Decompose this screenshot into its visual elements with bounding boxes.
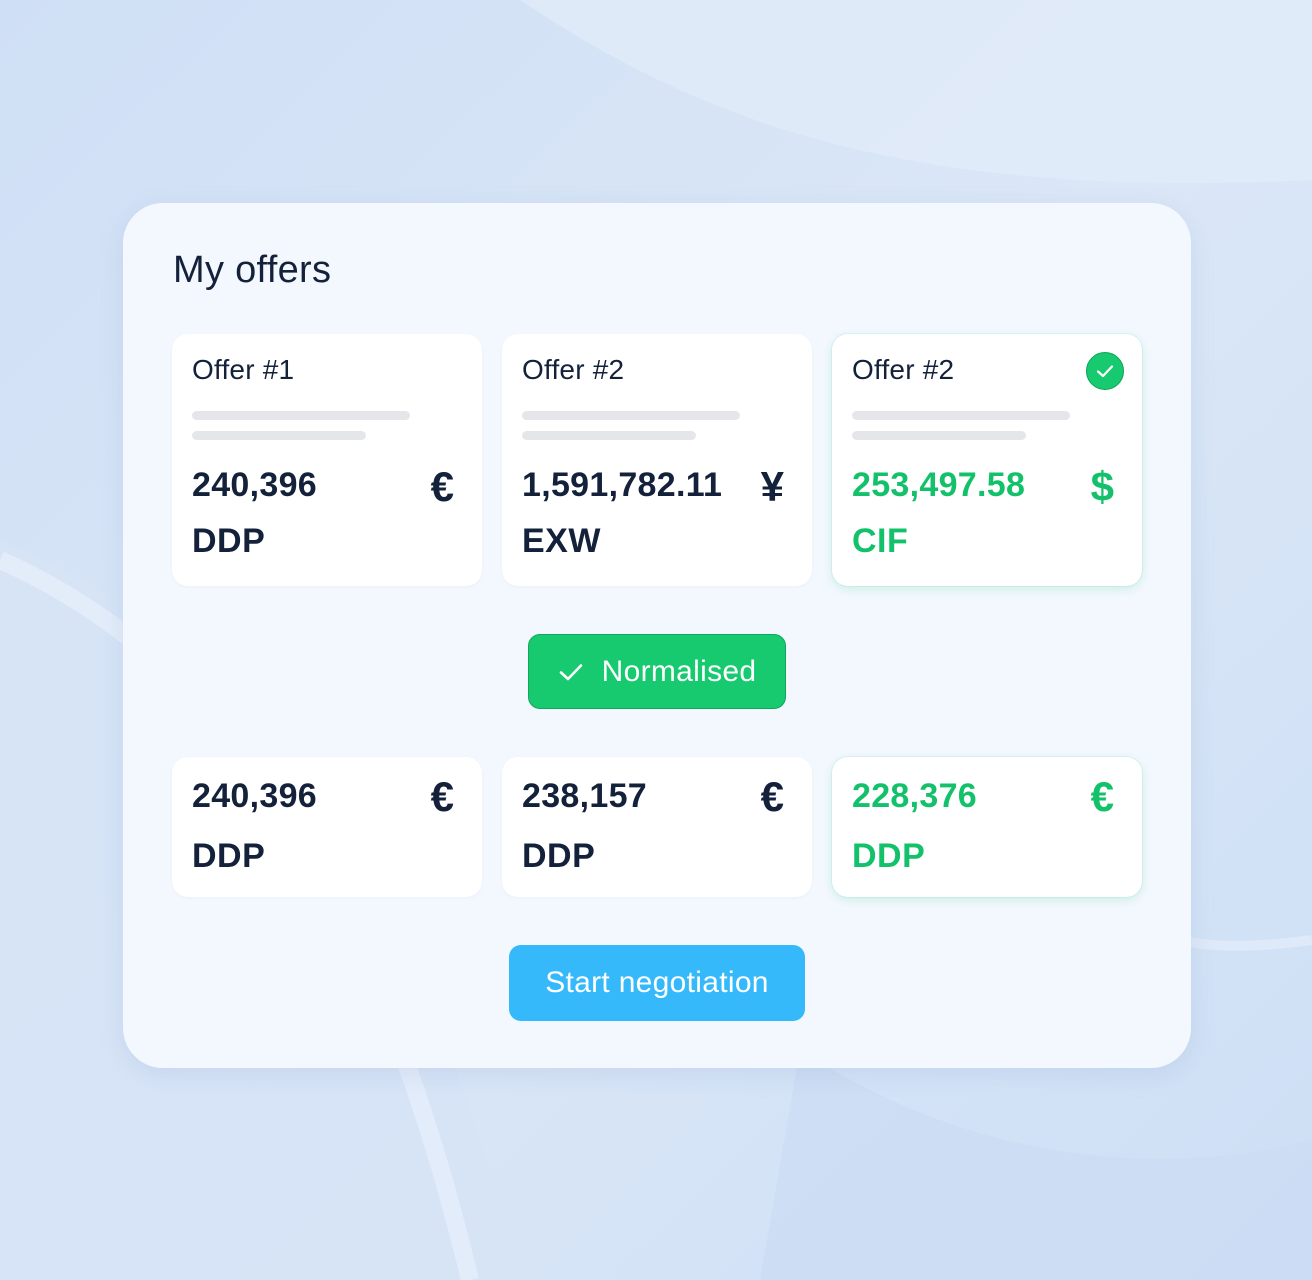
euro-icon: € bbox=[430, 773, 454, 820]
euro-icon: € bbox=[1090, 773, 1114, 820]
normalised-offer-card-3[interactable]: 228,376 € DDP bbox=[832, 757, 1142, 897]
offer-card-2[interactable]: Offer #2 1,591,782.11 ¥ EXW bbox=[502, 334, 812, 586]
page-title: My offers bbox=[173, 249, 332, 291]
placeholder-line bbox=[192, 431, 366, 440]
normalised-incoterm: DDP bbox=[522, 837, 596, 875]
placeholder-line bbox=[852, 411, 1070, 420]
normalised-offer-card-2[interactable]: 238,157 € DDP bbox=[502, 757, 812, 897]
offer-incoterm: EXW bbox=[522, 522, 601, 560]
euro-icon: € bbox=[760, 773, 784, 820]
offer-amount: 253,497.58 bbox=[852, 466, 1026, 504]
dollar-icon: $ bbox=[1090, 463, 1114, 510]
normalised-amount: 238,157 bbox=[522, 777, 648, 815]
normalised-incoterm: DDP bbox=[192, 837, 266, 875]
offer-label: Offer #2 bbox=[522, 354, 625, 385]
offer-card-1[interactable]: Offer #1 240,396 € DDP bbox=[172, 334, 482, 586]
normalised-incoterm: DDP bbox=[852, 837, 926, 875]
normalised-amount: 228,376 bbox=[852, 777, 978, 815]
normalised-label: Normalised bbox=[601, 654, 757, 688]
offer-incoterm: CIF bbox=[852, 522, 909, 560]
normalised-button[interactable]: Normalised bbox=[528, 634, 786, 709]
placeholder-line bbox=[522, 411, 740, 420]
offers-panel: My offers Offer #1 240,396 € DDP Offer #… bbox=[123, 203, 1191, 1068]
start-negotiation-button[interactable]: Start negotiation bbox=[509, 945, 805, 1021]
offer-label: Offer #1 bbox=[192, 354, 295, 385]
offer-incoterm: DDP bbox=[192, 522, 266, 560]
offer-label: Offer #2 bbox=[852, 354, 955, 385]
checkmark-icon bbox=[559, 663, 582, 680]
euro-icon: € bbox=[430, 463, 454, 510]
selected-check-icon bbox=[1086, 352, 1124, 390]
placeholder-line bbox=[522, 431, 696, 440]
yen-icon: ¥ bbox=[760, 463, 784, 510]
normalised-offer-card-1[interactable]: 240,396 € DDP bbox=[172, 757, 482, 897]
offer-amount: 1,591,782.11 bbox=[522, 466, 723, 504]
offer-amount: 240,396 bbox=[192, 466, 318, 504]
offer-card-3[interactable]: Offer #2 253,497.58 $ CIF bbox=[832, 334, 1142, 586]
placeholder-line bbox=[192, 411, 410, 420]
placeholder-line bbox=[852, 431, 1026, 440]
normalised-amount: 240,396 bbox=[192, 777, 318, 815]
